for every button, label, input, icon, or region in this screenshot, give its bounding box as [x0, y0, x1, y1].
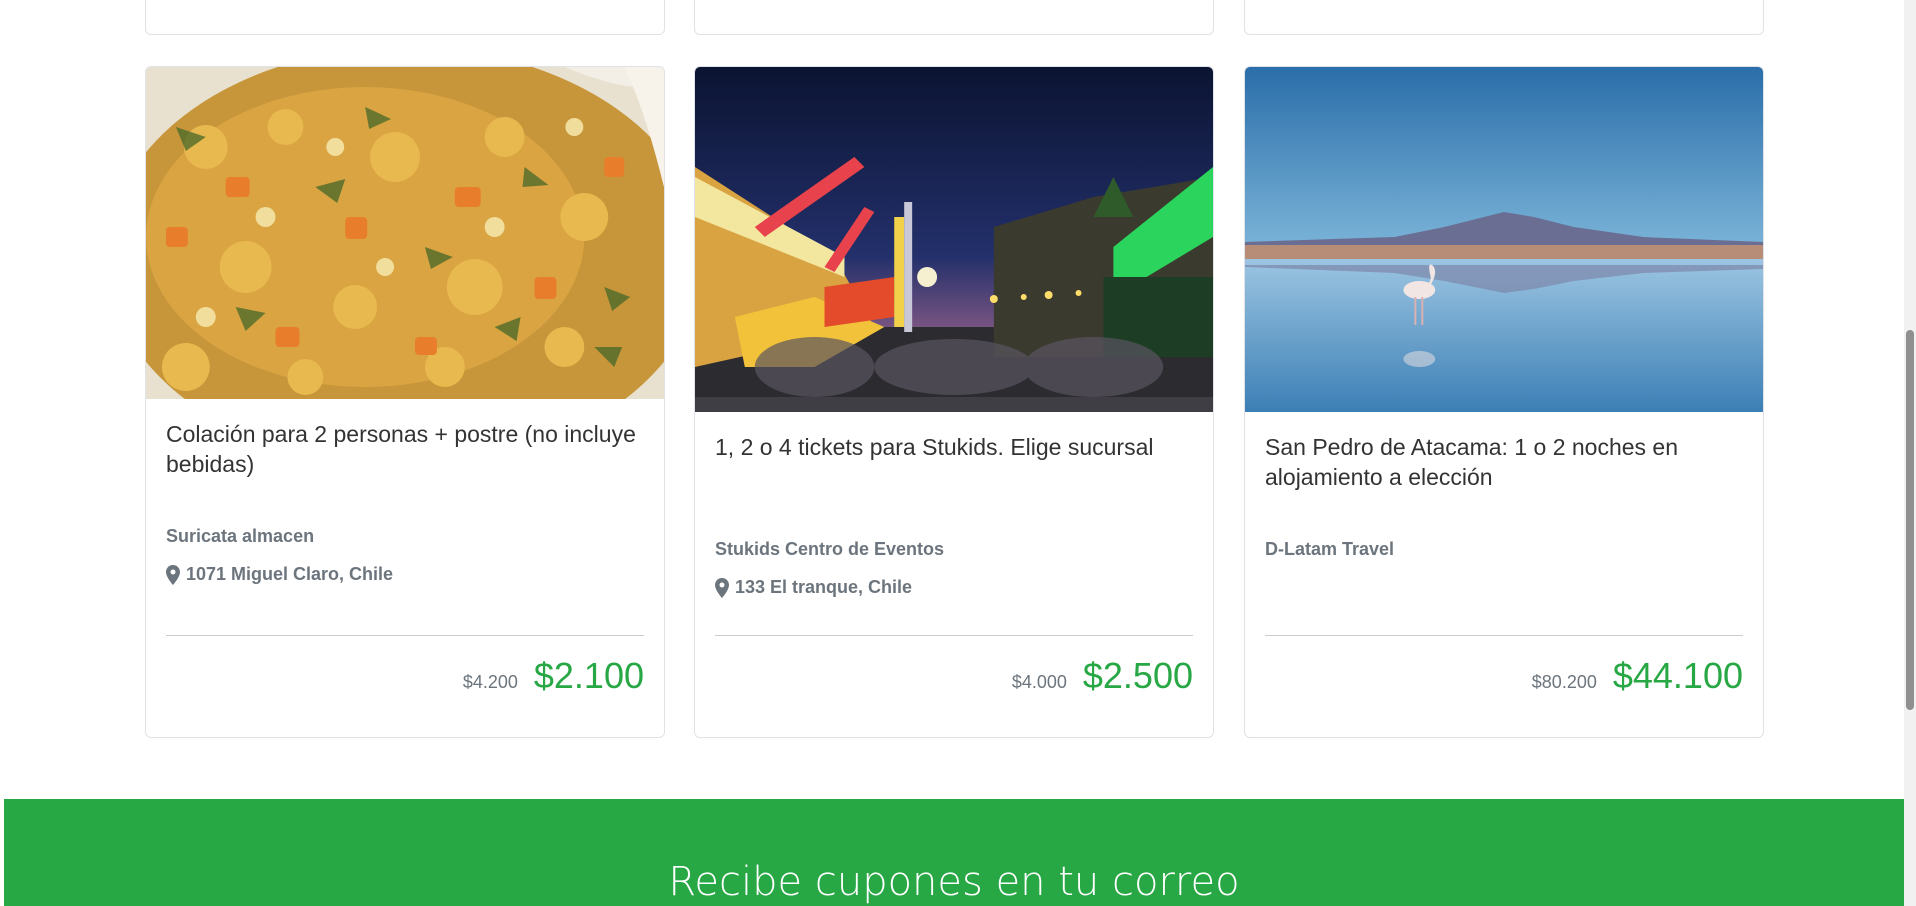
original-price: $4.200: [462, 672, 518, 692]
merchant-name: Stukids Centro de Eventos: [715, 539, 945, 559]
scrollbar-thumb[interactable]: [1906, 330, 1914, 710]
discount-price: $2.100: [533, 655, 644, 696]
deal-title[interactable]: 1, 2 o 4 tickets para Stukids. Elige suc…: [715, 432, 1193, 462]
price-block: $4.000 $2.500: [1012, 655, 1193, 697]
map-marker-icon: [166, 564, 180, 585]
deal-address: 133 El tranque, Chile: [715, 577, 912, 598]
divider: [166, 635, 644, 636]
deal-title[interactable]: San Pedro de Atacama: 1 o 2 noches en al…: [1265, 432, 1743, 492]
amusement-park-image[interactable]: [695, 67, 1213, 412]
newsletter-banner: Recibe cupones en tu correo: [4, 799, 1904, 906]
food-dish-image[interactable]: [146, 67, 664, 399]
address-text: 133 El tranque, Chile: [735, 577, 913, 597]
deal-address: 1071 Miguel Claro, Chile: [166, 564, 393, 585]
price-block: $80.200 $44.100: [1532, 655, 1743, 697]
deal-title[interactable]: Colación para 2 personas + postre (no in…: [166, 419, 644, 479]
price-block: $4.200 $2.100: [463, 655, 644, 697]
deal-card[interactable]: 1, 2 o 4 tickets para Stukids. Elige suc…: [694, 66, 1214, 738]
previous-deal-card[interactable]: [145, 0, 665, 35]
original-price: $4.000: [1011, 672, 1067, 692]
newsletter-heading: Recibe cupones en tu correo: [668, 859, 1240, 905]
merchant-name: Suricata almacen: [166, 526, 315, 546]
flamingo-lagoon-image[interactable]: [1245, 67, 1763, 412]
divider: [715, 635, 1193, 636]
deal-card[interactable]: Colación para 2 personas + postre (no in…: [145, 66, 665, 738]
discount-price: $44.100: [1612, 655, 1743, 696]
discount-price: $2.500: [1082, 655, 1193, 696]
page: Colación para 2 personas + postre (no in…: [0, 0, 1916, 906]
address-text: 1071 Miguel Claro, Chile: [186, 564, 394, 584]
merchant-name: D-Latam Travel: [1265, 539, 1395, 559]
map-marker-icon: [715, 577, 729, 598]
deal-card[interactable]: San Pedro de Atacama: 1 o 2 noches en al…: [1244, 66, 1764, 738]
previous-deal-card[interactable]: [1244, 0, 1764, 35]
previous-deal-card[interactable]: [694, 0, 1214, 35]
divider: [1265, 635, 1743, 636]
page-scrollbar[interactable]: [1904, 0, 1916, 906]
original-price: $80.200: [1531, 672, 1597, 692]
